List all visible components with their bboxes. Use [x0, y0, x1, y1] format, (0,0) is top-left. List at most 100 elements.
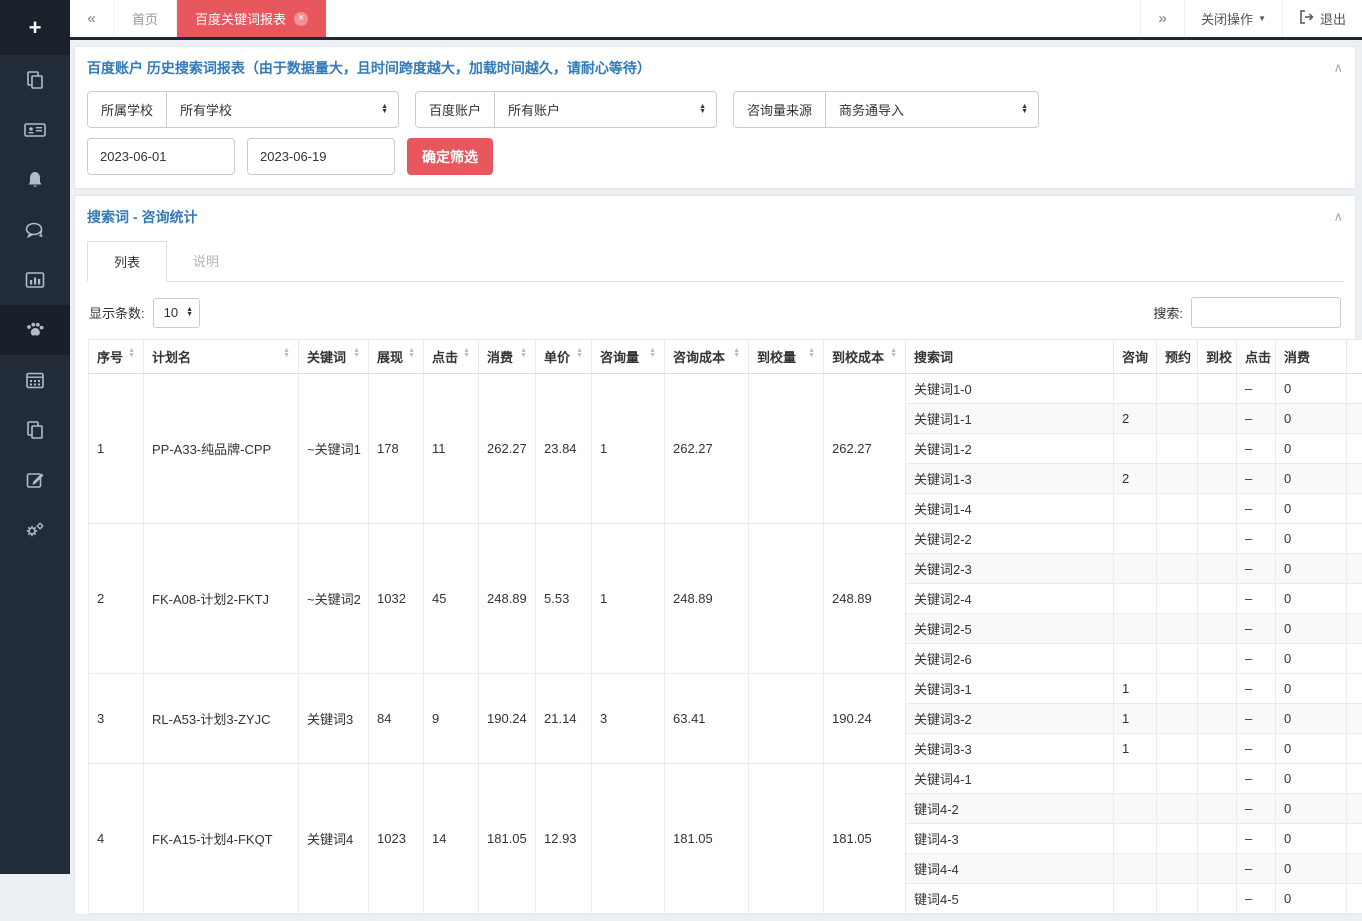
sidebar-item-files[interactable]	[0, 405, 70, 455]
cell-click: –	[1237, 794, 1276, 824]
cell-reserve	[1157, 824, 1198, 854]
tab-baidu-keyword-report[interactable]: 百度关键词报表 ×	[177, 0, 326, 37]
col-header-seq[interactable]: 序号▲▼	[89, 340, 144, 374]
date-to-input[interactable]	[247, 138, 395, 175]
cell-visit	[1198, 374, 1237, 404]
sidebar-item-news[interactable]	[0, 105, 70, 155]
tabs-scroll-left-button[interactable]: «	[70, 0, 114, 37]
cell-reserve	[1157, 794, 1198, 824]
logout-button[interactable]: 退出	[1282, 0, 1362, 37]
cell-seq: 1	[89, 374, 144, 524]
cell-spacer	[1347, 764, 1362, 794]
close-operations-dropdown[interactable]: 关闭操作 ▼	[1184, 0, 1282, 37]
col-header-spend: 消费	[1276, 340, 1347, 374]
cell-visit-cost: 181.05	[824, 764, 906, 914]
source-select[interactable]: 商务通导入 ▲▼	[826, 92, 1038, 127]
cell-inquiry	[1114, 524, 1157, 554]
sidebar-item-calendar[interactable]	[0, 355, 70, 405]
sidebar-item-edit[interactable]	[0, 455, 70, 505]
confirm-filter-button[interactable]: 确定筛选	[407, 138, 493, 175]
cell-spend: 0	[1276, 494, 1347, 524]
col-header-inquiry-cost[interactable]: 咨询成本▲▼	[665, 340, 749, 374]
col-header-click: 点击	[1237, 340, 1276, 374]
cell-reserve	[1157, 464, 1198, 494]
cell-click: –	[1237, 704, 1276, 734]
tab-list[interactable]: 列表	[87, 241, 167, 282]
cell-click: –	[1237, 584, 1276, 614]
col-header-impressions[interactable]: 展现▲▼	[369, 340, 424, 374]
cell-spend: 0	[1276, 464, 1347, 494]
cell-click: –	[1237, 494, 1276, 524]
col-header-visit: 到校	[1198, 340, 1237, 374]
caret-down-icon: ▼	[1258, 14, 1266, 23]
table-row: 2FK-A08-计划2-FKTJ~关键词2103245248.895.53124…	[89, 524, 1362, 554]
collapse-panel-icon[interactable]: ∧	[1333, 209, 1343, 225]
sidebar-item-baidu[interactable]	[0, 305, 70, 355]
col-header-keyword[interactable]: 关键词▲▼	[299, 340, 369, 374]
cell-visit	[1198, 794, 1237, 824]
tabs-scroll-right-button[interactable]: »	[1140, 0, 1184, 37]
tab-home[interactable]: 首页	[114, 0, 177, 37]
cell-click: –	[1237, 434, 1276, 464]
col-header-plan[interactable]: 计划名▲▼	[144, 340, 299, 374]
cell-plan: FK-A08-计划2-FKTJ	[144, 524, 299, 674]
col-header-cost[interactable]: 消费▲▼	[479, 340, 536, 374]
cell-spend: 0	[1276, 884, 1347, 914]
cell-spend: 0	[1276, 614, 1347, 644]
cell-search-term: 键词4-3	[906, 824, 1114, 854]
sidebar-item-reports[interactable]	[0, 255, 70, 305]
sidebar-item-documents[interactable]	[0, 55, 70, 105]
cell-inquiry-cost: 181.05	[665, 764, 749, 914]
cell-search-term: 关键词3-2	[906, 704, 1114, 734]
sidebar-add-button[interactable]: +	[0, 0, 70, 55]
source-filter-group: 咨询量来源 商务通导入 ▲▼	[733, 91, 1039, 128]
col-header-inquiries[interactable]: 咨询量▲▼	[592, 340, 665, 374]
col-header-unit-price[interactable]: 单价▲▼	[536, 340, 592, 374]
tab-description[interactable]: 说明	[167, 241, 245, 281]
cell-spend: 0	[1276, 854, 1347, 884]
cell-spacer	[1347, 794, 1362, 824]
school-filter-group: 所属学校 所有学校 ▲▼	[87, 91, 399, 128]
col-header-visit-cost[interactable]: 到校成本▲▼	[824, 340, 906, 374]
paw-icon	[24, 320, 46, 340]
cell-click: –	[1237, 404, 1276, 434]
cell-clicks: 14	[424, 764, 479, 914]
cell-unit-price: 5.53	[536, 524, 592, 674]
cell-plan: PP-A33-纯品牌-CPP	[144, 374, 299, 524]
sidebar-item-settings[interactable]	[0, 505, 70, 555]
collapse-panel-icon[interactable]: ∧	[1333, 60, 1343, 76]
cell-click: –	[1237, 674, 1276, 704]
cell-inquiry-cost: 63.41	[665, 674, 749, 764]
cell-search-term: 键词4-2	[906, 794, 1114, 824]
cell-visit	[1198, 704, 1237, 734]
school-select[interactable]: 所有学校 ▲▼	[167, 92, 398, 127]
cell-unit-price: 12.93	[536, 764, 592, 914]
date-from-input[interactable]	[87, 138, 235, 175]
sidebar-item-messages[interactable]	[0, 205, 70, 255]
cell-spacer	[1347, 674, 1362, 704]
cell-click: –	[1237, 854, 1276, 884]
cell-spacer	[1347, 494, 1362, 524]
cell-visit-cost: 190.24	[824, 674, 906, 764]
sidebar-item-notifications[interactable]	[0, 155, 70, 205]
cell-plan: FK-A15-计划4-FKQT	[144, 764, 299, 914]
cell-impressions: 84	[369, 674, 424, 764]
cell-keyword: 关键词3	[299, 674, 369, 764]
cell-visit-count	[749, 764, 824, 914]
cell-spacer	[1347, 464, 1362, 494]
col-header-clicks[interactable]: 点击▲▼	[424, 340, 479, 374]
search-input[interactable]	[1191, 297, 1341, 328]
page-length-label: 显示条数:	[89, 303, 145, 322]
cell-spacer	[1347, 434, 1362, 464]
tab-close-icon[interactable]: ×	[294, 12, 308, 26]
cell-search-term: 关键词4-1	[906, 764, 1114, 794]
sort-icon: ▲▼	[733, 349, 740, 358]
col-header-visit-count[interactable]: 到校量▲▼	[749, 340, 824, 374]
cell-inquiry	[1114, 434, 1157, 464]
account-select[interactable]: 所有账户 ▲▼	[495, 92, 716, 127]
cell-click: –	[1237, 464, 1276, 494]
search-label: 搜索:	[1153, 303, 1183, 322]
cell-reserve	[1157, 614, 1198, 644]
page-length-select[interactable]: 10 ▲▼	[153, 298, 200, 328]
cell-visit-count	[749, 524, 824, 674]
